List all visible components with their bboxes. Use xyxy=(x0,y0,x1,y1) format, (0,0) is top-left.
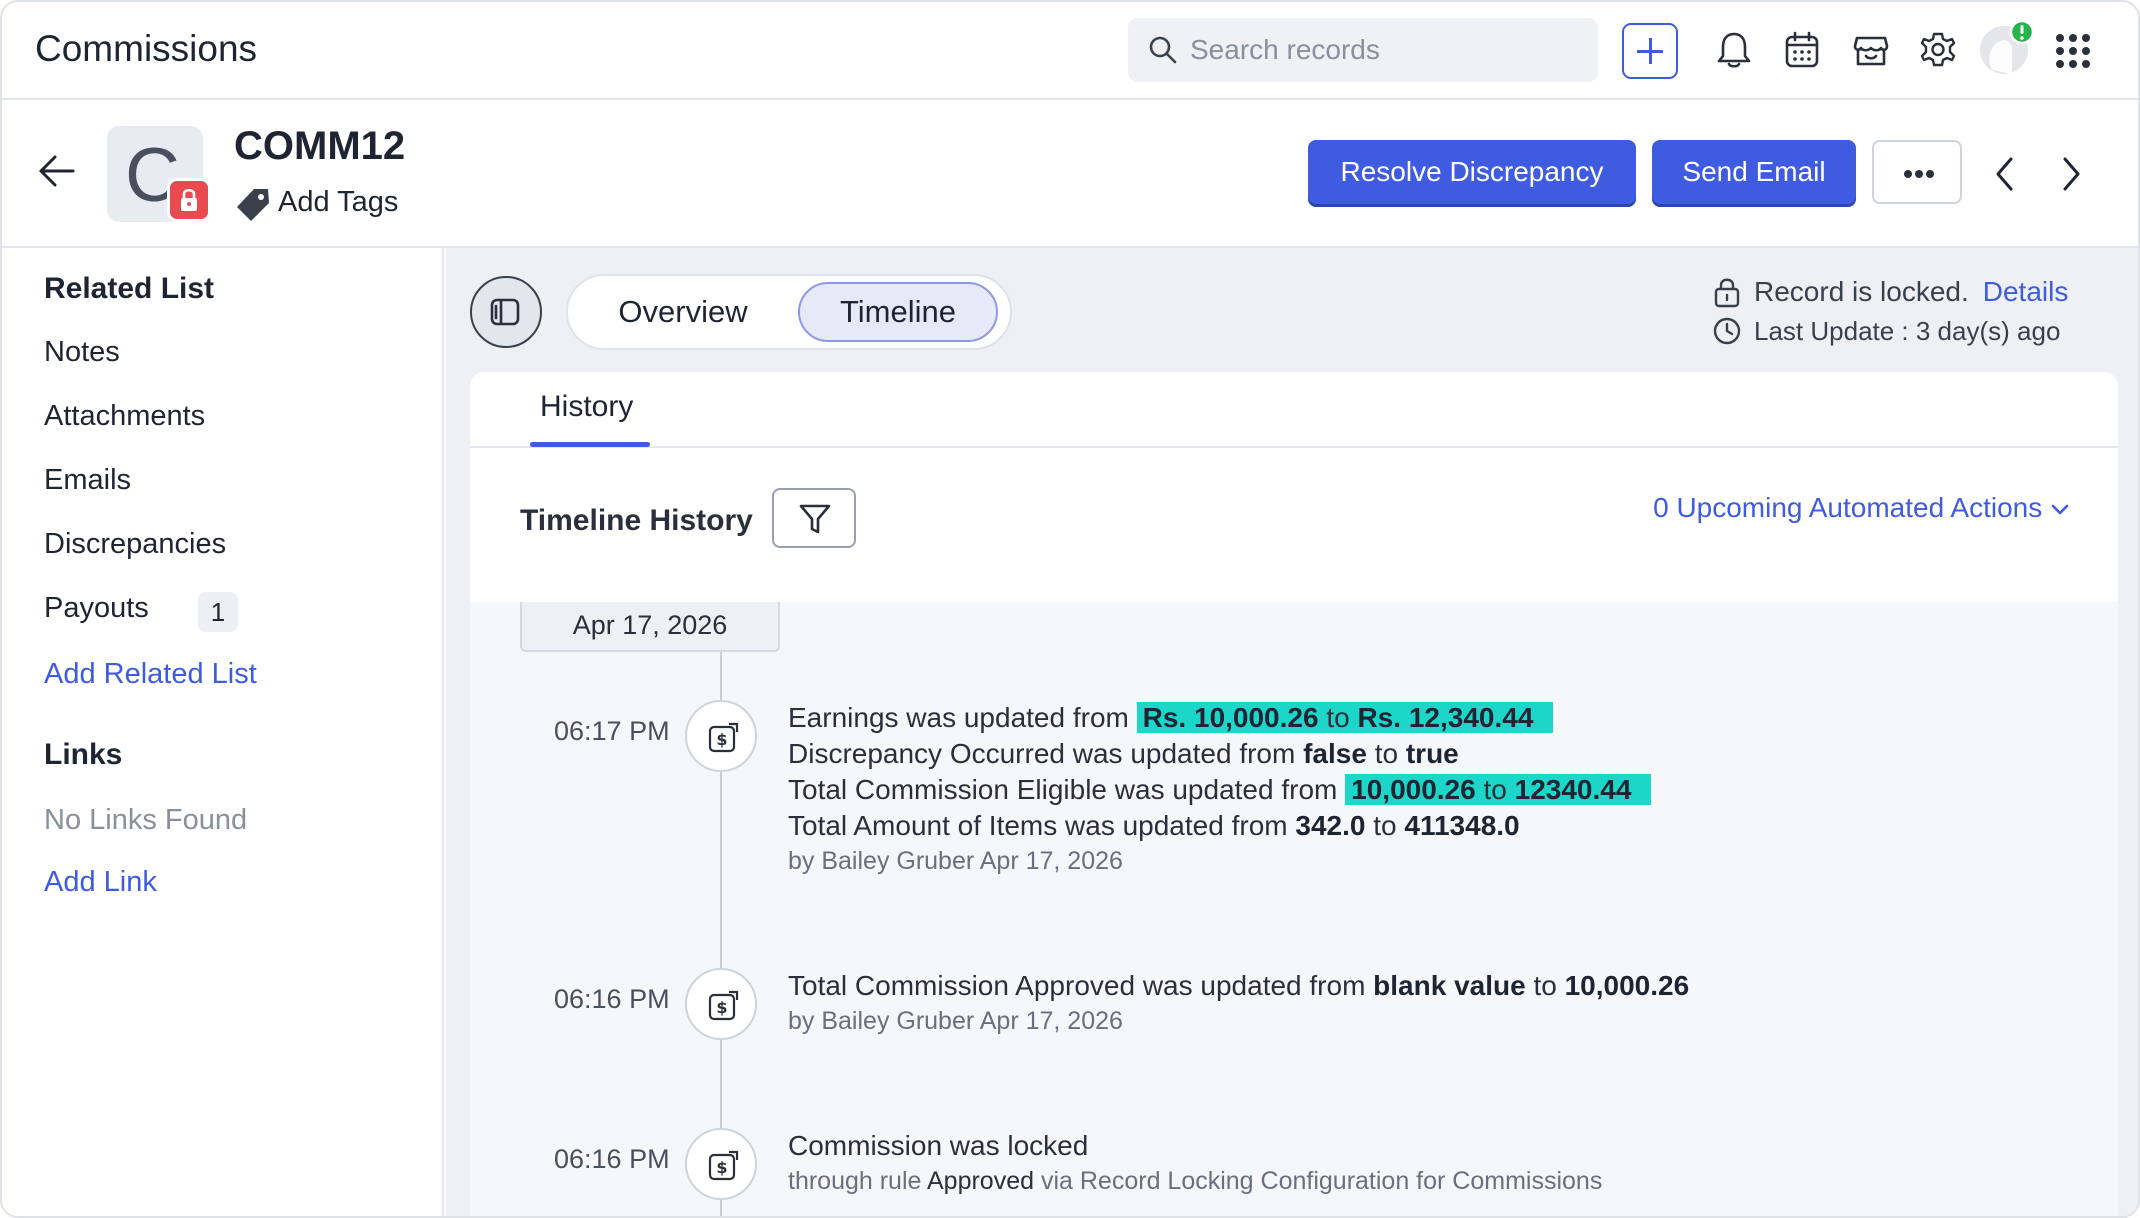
search-box[interactable] xyxy=(1128,18,1598,82)
record-avatar: C xyxy=(107,126,211,222)
add-tags-label: Add Tags xyxy=(278,186,399,218)
gear-icon[interactable] xyxy=(1919,30,1957,70)
app-window: Commissions Search records C COMM12 Add … xyxy=(0,0,2140,1218)
entry-author: by Bailey Gruber Apr 17, 2026 xyxy=(788,847,1123,875)
panel-toggle-button[interactable] xyxy=(470,276,542,348)
add-button[interactable] xyxy=(1622,23,1678,79)
next-record-icon[interactable] xyxy=(2060,156,2082,192)
grid-icon[interactable] xyxy=(2056,34,2090,68)
more-actions-button[interactable] xyxy=(1872,140,1962,204)
timeline-history-title: Timeline History xyxy=(520,504,753,537)
entry-time: 06:16 PM xyxy=(554,984,670,1014)
timeline-body: Apr 17, 2026 06:17 PM $ Earnings was upd… xyxy=(470,602,2118,1216)
chevron-down-icon xyxy=(2051,504,2069,515)
edit-currency-icon: $ xyxy=(708,722,739,753)
highlighted-change: 10,000.26 to 12340.44 xyxy=(1345,774,1652,805)
tab-history[interactable]: History xyxy=(540,390,633,424)
entry-time: 06:17 PM xyxy=(554,716,670,746)
upcoming-actions-label: 0 Upcoming Automated Actions xyxy=(1653,492,2043,523)
sidebar-item-payouts[interactable]: Payouts 1 xyxy=(44,592,264,632)
entry-time: 06:16 PM xyxy=(554,1144,670,1174)
entry-3-content: Commission was locked through rule Appro… xyxy=(788,1128,1602,1198)
related-list-sidebar: Related List Notes Attachments Emails Di… xyxy=(2,248,444,1216)
related-list-heading: Related List xyxy=(44,272,215,305)
payouts-count-badge: 1 xyxy=(198,592,238,632)
svg-text:$: $ xyxy=(716,730,727,749)
lock-info: Record is locked. Details Last Update : 3… xyxy=(1708,272,2128,362)
timeline-date-chip: Apr 17, 2026 xyxy=(520,602,780,652)
tab-timeline[interactable]: Timeline xyxy=(798,282,998,342)
app-title: Commissions xyxy=(35,28,258,69)
lock-badge-icon xyxy=(167,178,211,222)
bell-icon[interactable] xyxy=(1716,30,1752,70)
clock-icon xyxy=(1713,317,1741,345)
record-header: C COMM12 Add Tags Resolve Discrepancy Se… xyxy=(2,100,2138,248)
tab-overview[interactable]: Overview xyxy=(578,282,788,342)
sidebar-toggle-icon xyxy=(490,298,520,326)
store-icon[interactable] xyxy=(1852,30,1890,70)
sidebar-item-attachments[interactable]: Attachments xyxy=(44,400,205,433)
entry-2-content: Total Commission Approved was updated fr… xyxy=(788,968,1689,1038)
filter-icon xyxy=(799,504,831,534)
sidebar-item-notes[interactable]: Notes xyxy=(44,336,120,369)
timeline-entry-icon: $ xyxy=(685,968,757,1040)
links-heading: Links xyxy=(44,738,123,771)
change-line: Total Amount of Items was updated from 3… xyxy=(788,810,1520,841)
change-line: Discrepancy Occurred was updated from fa… xyxy=(788,738,1459,769)
main-content: Overview Timeline Record is locked. Detai… xyxy=(446,248,2138,1216)
more-dots-icon xyxy=(1904,170,1912,178)
entry-text: Commission was locked xyxy=(788,1130,1089,1161)
history-tabs: History xyxy=(470,372,2118,448)
top-bar: Commissions xyxy=(2,2,2138,100)
sidebar-item-discrepancies[interactable]: Discrepancies xyxy=(44,528,226,561)
resolve-discrepancy-button[interactable]: Resolve Discrepancy xyxy=(1308,140,1636,204)
sidebar-item-emails[interactable]: Emails xyxy=(44,464,131,497)
svg-text:$: $ xyxy=(716,998,727,1017)
change-line: Total Commission Eligible was updated fr… xyxy=(788,772,1652,808)
previous-record-icon[interactable] xyxy=(1994,156,2016,192)
filter-button[interactable] xyxy=(772,488,856,548)
change-line: Total Commission Approved was updated fr… xyxy=(788,970,1690,1001)
timeline-header: Timeline History 0 Upcoming Automated Ac… xyxy=(470,450,2118,602)
record-locked-text: Record is locked. Details xyxy=(1754,276,2068,308)
search-input[interactable] xyxy=(1190,28,1580,72)
add-related-list-link[interactable]: Add Related List xyxy=(44,658,257,691)
calendar-icon[interactable] xyxy=(1784,30,1820,70)
send-email-button[interactable]: Send Email xyxy=(1652,140,1856,204)
entry-1-content: Earnings was updated from Rs. 10,000.26 … xyxy=(788,700,1652,878)
back-arrow-icon[interactable] xyxy=(38,154,76,188)
entry-rule: through rule Approved via Record Locking… xyxy=(788,1167,1603,1195)
search-icon xyxy=(1149,36,1177,64)
highlighted-change: Rs. 10,000.26 to Rs. 12,340.44 xyxy=(1136,702,1554,733)
last-update-text: Last Update : 3 day(s) ago xyxy=(1754,316,2061,346)
no-links-text: No Links Found xyxy=(44,804,248,836)
view-tabs: Overview Timeline xyxy=(566,274,1012,350)
timeline-entry-icon: $ xyxy=(685,700,757,772)
add-link[interactable]: Add Link xyxy=(44,866,157,899)
edit-currency-icon: $ xyxy=(708,1150,739,1181)
sidebar-item-payouts-label: Payouts xyxy=(44,592,149,624)
active-tab-indicator xyxy=(530,442,650,447)
upcoming-actions-link[interactable]: 0 Upcoming Automated Actions xyxy=(1653,492,2070,524)
svg-text:$: $ xyxy=(716,1158,727,1177)
tag-icon xyxy=(237,189,269,221)
record-name: COMM12 xyxy=(234,124,406,168)
lock-details-link[interactable]: Details xyxy=(1983,276,2069,307)
edit-currency-icon: $ xyxy=(708,990,739,1021)
change-line: Earnings was updated from Rs. 10,000.26 … xyxy=(788,700,1651,736)
entry-author: by Bailey Gruber Apr 17, 2026 xyxy=(788,1007,1123,1035)
user-avatar[interactable] xyxy=(1978,20,2034,76)
lock-icon xyxy=(1714,278,1740,308)
timeline-entry-icon: $ xyxy=(685,1128,757,1200)
history-card: History Timeline History 0 Upcoming Auto… xyxy=(470,372,2118,1216)
record-locked-label: Record is locked. xyxy=(1754,276,1969,307)
